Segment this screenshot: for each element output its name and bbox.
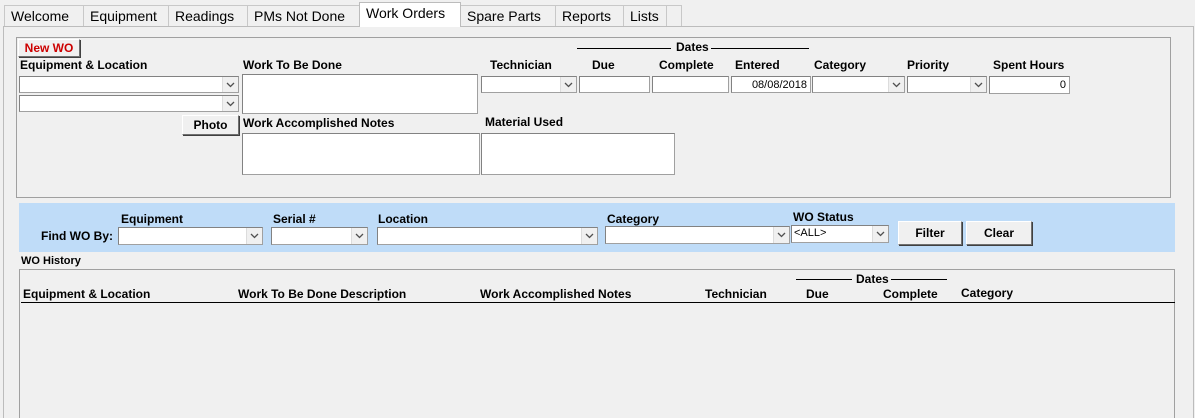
work-to-be-done-label: Work To Be Done (243, 58, 342, 72)
dates-line-right (711, 48, 809, 49)
chevron-down-icon[interactable] (222, 96, 238, 111)
complete-date-input[interactable] (652, 76, 729, 93)
history-header-divider (21, 302, 1175, 303)
tab-lists[interactable]: Lists (623, 5, 667, 26)
complete-label: Complete (659, 58, 714, 72)
wo-history-title: WO History (21, 255, 81, 267)
filter-button[interactable]: Filter (898, 221, 962, 245)
chevron-down-icon[interactable] (560, 77, 576, 92)
history-dates-line-left (796, 279, 852, 280)
photo-button[interactable]: Photo (182, 115, 239, 135)
tab-work-orders[interactable]: Work Orders (359, 2, 461, 27)
history-dates-line-right (891, 279, 947, 280)
col-technician[interactable]: Technician (705, 287, 767, 301)
chevron-down-icon[interactable] (872, 226, 888, 242)
col-work-notes[interactable]: Work Accomplished Notes (480, 287, 631, 301)
category-combo[interactable] (812, 76, 905, 93)
priority-combo[interactable] (907, 76, 987, 93)
find-wo-by-label: Find WO By: (41, 229, 113, 243)
chevron-down-icon[interactable] (888, 77, 904, 92)
chevron-down-icon[interactable] (581, 228, 597, 244)
col-category[interactable]: Category (961, 286, 1013, 300)
tab-pms-not-done[interactable]: PMs Not Done (247, 5, 360, 26)
tab-spacer (666, 5, 682, 26)
new-wo-button[interactable]: New WO (18, 39, 80, 57)
technician-combo[interactable] (481, 76, 577, 93)
tab-bar: Welcome Equipment Readings PMs Not Done … (0, 0, 1195, 28)
filter-category-label: Category (607, 212, 660, 226)
material-used-label: Material Used (485, 115, 564, 129)
dates-line-left (577, 48, 671, 49)
chevron-down-icon[interactable] (773, 227, 789, 243)
history-dates-label: Dates (856, 272, 889, 286)
entered-date-input[interactable]: 08/08/2018 (731, 76, 811, 93)
equipment-combo[interactable] (19, 76, 239, 93)
filter-location-label: Location (378, 212, 428, 226)
dates-label: Dates (676, 40, 709, 54)
col-equipment-location[interactable]: Equipment & Location (23, 287, 150, 301)
due-date-input[interactable] (579, 76, 650, 93)
wo-status-value: <ALL> (794, 227, 827, 239)
tab-equipment[interactable]: Equipment (83, 5, 169, 26)
spent-hours-label: Spent Hours (993, 58, 1065, 72)
tab-spare-parts[interactable]: Spare Parts (460, 5, 556, 26)
due-label: Due (592, 58, 615, 72)
tab-welcome[interactable]: Welcome (4, 5, 84, 26)
spent-hours-input[interactable]: 0 (989, 76, 1070, 94)
col-complete[interactable]: Complete (883, 287, 938, 301)
filter-wo-status-label: WO Status (793, 210, 854, 224)
work-accomplished-notes-textarea[interactable] (242, 133, 480, 175)
filter-wo-status-combo[interactable]: <ALL> (791, 225, 889, 243)
technician-label: Technician (490, 58, 552, 72)
entered-label: Entered (735, 58, 780, 72)
filter-equipment-combo[interactable] (118, 227, 263, 245)
chevron-down-icon[interactable] (222, 77, 238, 92)
equipment-location-label: Equipment & Location (20, 58, 148, 72)
filter-serial-combo[interactable] (271, 227, 368, 245)
material-used-textarea[interactable] (481, 133, 675, 175)
work-accomplished-notes-label: Work Accomplished Notes (243, 116, 395, 130)
filter-location-combo[interactable] (377, 227, 598, 245)
chevron-down-icon[interactable] (351, 228, 367, 244)
tab-reports[interactable]: Reports (555, 5, 624, 26)
clear-button[interactable]: Clear (966, 221, 1032, 245)
filter-serial-label: Serial # (273, 212, 316, 226)
filter-category-combo[interactable] (605, 226, 790, 244)
priority-label: Priority (907, 58, 950, 72)
tab-readings[interactable]: Readings (168, 5, 248, 26)
col-due[interactable]: Due (806, 287, 829, 301)
col-work-description[interactable]: Work To Be Done Description (238, 287, 406, 301)
work-to-be-done-textarea[interactable] (242, 74, 478, 114)
category-label: Category (814, 58, 867, 72)
chevron-down-icon[interactable] (970, 77, 986, 92)
filter-equipment-label: Equipment (121, 212, 183, 226)
location-combo[interactable] (19, 95, 239, 112)
chevron-down-icon[interactable] (246, 228, 262, 244)
